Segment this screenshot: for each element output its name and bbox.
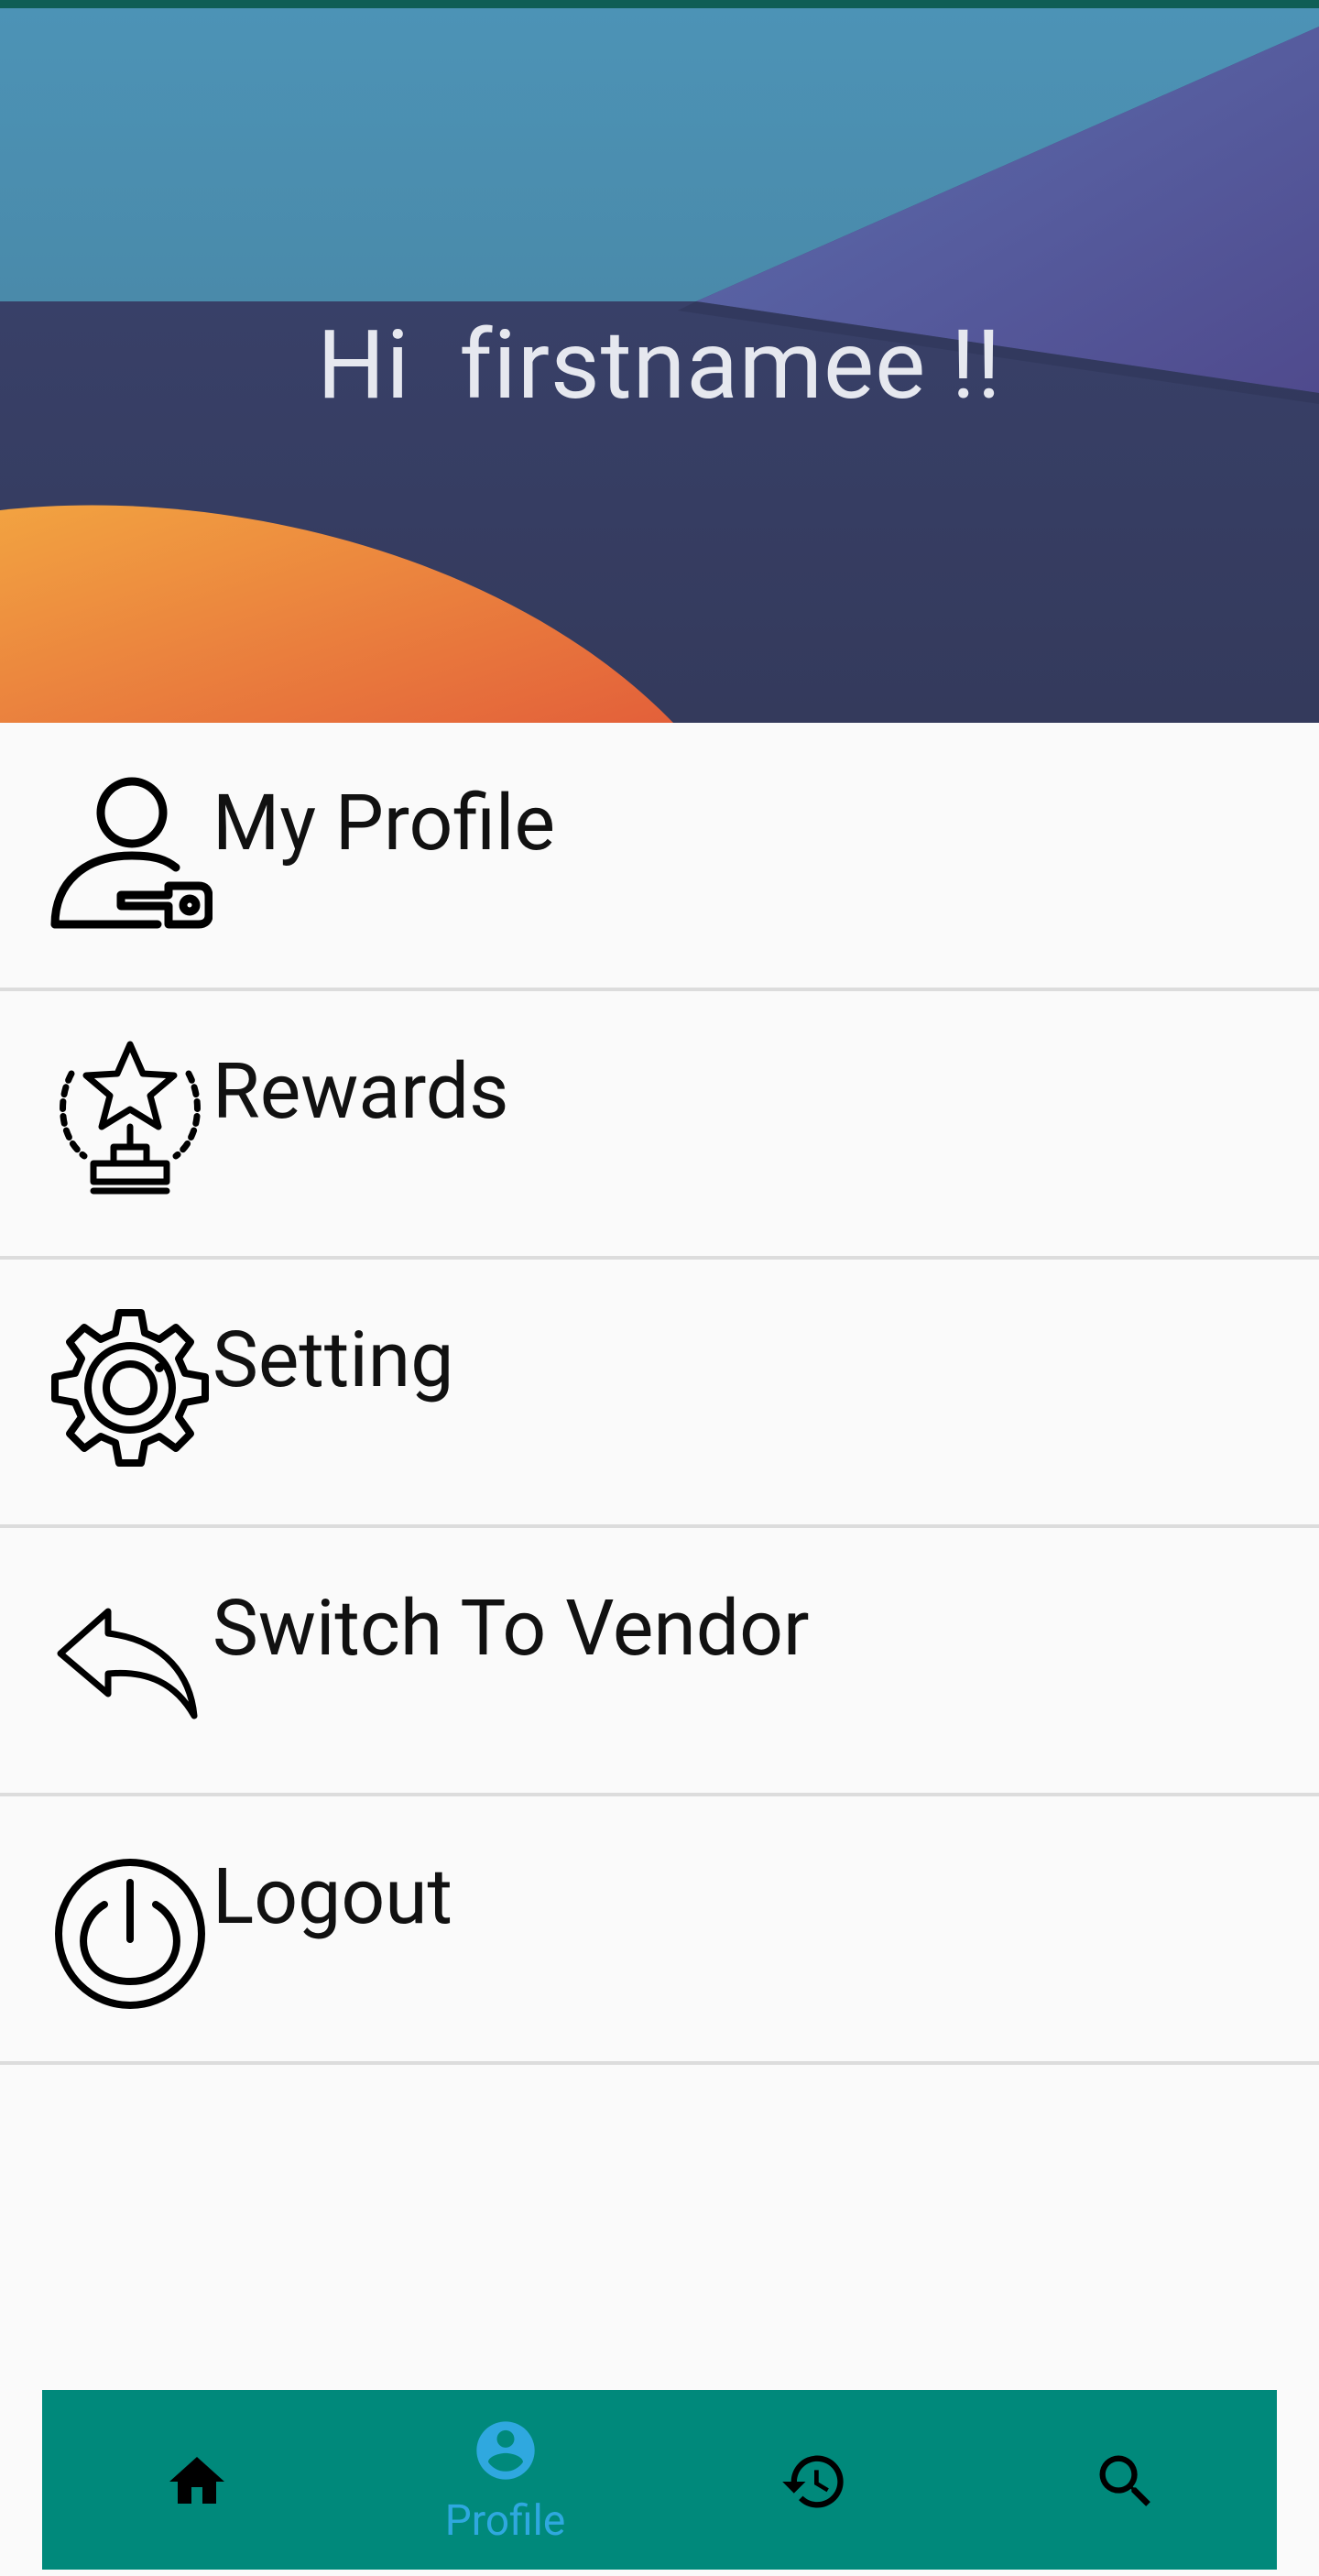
- search-icon: [1099, 2455, 1150, 2506]
- greeting-text: Hi firstnamee !!: [317, 311, 1002, 421]
- power-icon: [55, 1859, 205, 2009]
- menu-item-logout[interactable]: Logout: [0, 1796, 1319, 2065]
- nav-history[interactable]: [660, 2390, 968, 2570]
- user-key-icon: [50, 777, 213, 929]
- trophy-star-icon: [60, 1041, 201, 1195]
- menu-item-setting[interactable]: Setting: [0, 1260, 1319, 1528]
- nav-search[interactable]: [968, 2390, 1277, 2570]
- gear-icon: [51, 1309, 209, 1467]
- nav-profile-label: Profile: [444, 2496, 566, 2546]
- home-icon: [169, 2457, 224, 2504]
- status-strip: [0, 0, 1319, 8]
- menu-item-label: Rewards: [213, 1046, 509, 1137]
- history-icon: [782, 2455, 844, 2508]
- menu-item-label: My Profile: [213, 778, 555, 868]
- menu-item-rewards[interactable]: Rewards: [0, 991, 1319, 1260]
- profile-header: Hi firstnamee !!: [0, 8, 1319, 723]
- bottom-navigation: Profile: [42, 2390, 1277, 2570]
- reply-arrow-icon: [57, 1608, 198, 1719]
- account-circle-icon: [476, 2421, 535, 2480]
- menu-item-label: Setting: [213, 1315, 454, 1405]
- profile-menu: My Profile Rewards Setting Switch To Ven…: [0, 723, 1319, 2065]
- menu-item-my-profile[interactable]: My Profile: [0, 723, 1319, 991]
- nav-home[interactable]: [42, 2390, 351, 2570]
- menu-item-switch-to-vendor[interactable]: Switch To Vendor: [0, 1528, 1319, 1796]
- nav-profile[interactable]: Profile: [351, 2390, 660, 2570]
- menu-item-label: Switch To Vendor: [213, 1583, 810, 1674]
- menu-item-label: Logout: [213, 1851, 453, 1942]
